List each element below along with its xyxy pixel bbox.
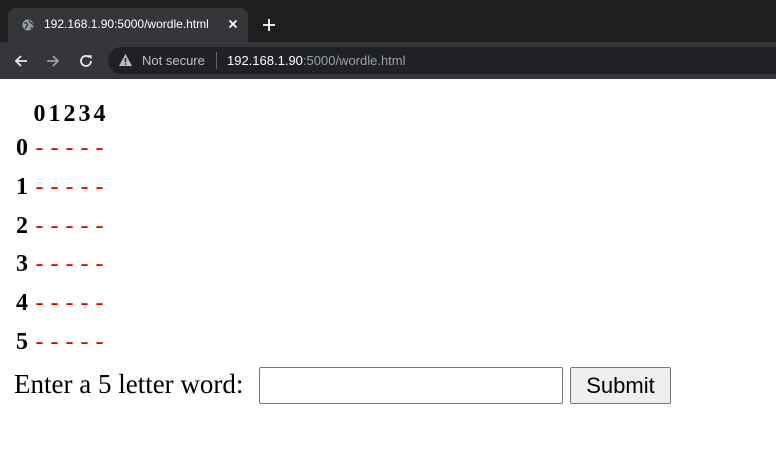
address-divider [216,52,217,69]
letter-cell: - [65,251,74,278]
board-row: 2 - - - - - [12,207,107,246]
letter-cell: - [80,251,89,278]
letter-cell: - [35,212,44,239]
back-arrow-icon[interactable] [12,52,30,70]
browser-tabstrip: 192.168.1.90:5000/wordle.html [0,0,776,42]
column-header: 4 [93,101,106,127]
letter-cell: - [50,251,59,278]
letter-cell: - [65,328,74,355]
letter-cell: - [80,212,89,239]
letter-cell: - [50,135,59,161]
letter-cell: - [95,135,104,161]
letter-cell: - [80,135,89,161]
letter-cell: - [35,251,44,278]
letter-cell: - [80,328,89,355]
letter-cell: - [80,173,89,200]
board-row: 0 - - - - - [12,129,107,168]
board-row: 4 - - - - - [12,284,107,323]
submit-button[interactable]: Submit [570,367,671,404]
letter-cell: - [65,212,74,239]
security-label[interactable]: Not secure [142,53,205,68]
letter-cell: - [35,290,44,317]
board-row: 1 - - - - - [12,168,107,207]
row-header: 0 [16,135,28,161]
row-header: 5 [16,328,28,355]
column-header: 3 [78,101,91,127]
letter-cell: - [35,173,44,200]
browser-toolbar: Not secure 192.168.1.90:5000/wordle.html [0,42,776,79]
warning-icon[interactable] [118,53,133,67]
url-path: :5000/wordle.html [302,53,406,68]
letter-cell: - [80,290,89,317]
row-header: 2 [16,212,28,239]
column-header: 2 [63,101,76,127]
row-header: 4 [16,290,28,317]
letter-cell: - [50,212,59,239]
letter-cell: - [50,328,59,355]
letter-cell: - [95,212,104,239]
letter-cell: - [65,290,74,317]
wordle-board: 0 1 2 3 4 0 - - - - - 1 - - - - - 2 - - … [12,99,107,362]
address-bar[interactable]: Not secure 192.168.1.90:5000/wordle.html [108,47,776,74]
board-row: 5 - - - - - [12,323,107,362]
url-text[interactable]: 192.168.1.90:5000/wordle.html [227,53,406,68]
column-header: 0 [33,101,46,127]
reload-icon[interactable] [77,52,95,70]
tab-title: 192.168.1.90:5000/wordle.html [44,17,209,31]
letter-cell: - [35,328,44,355]
letter-cell: - [95,173,104,200]
close-icon[interactable] [225,16,241,32]
column-header: 1 [48,101,61,127]
board-row: 3 - - - - - [12,245,107,284]
letter-cell: - [35,135,44,161]
globe-icon [22,19,34,31]
browser-tab[interactable]: 192.168.1.90:5000/wordle.html [8,8,248,42]
page-content: 0 1 2 3 4 0 - - - - - 1 - - - - - 2 - - … [0,79,776,457]
letter-cell: - [50,290,59,317]
corner-cell [12,99,32,129]
forward-arrow-icon[interactable] [44,52,62,70]
letter-cell: - [50,173,59,200]
letter-cell: - [95,251,104,278]
letter-cell: - [65,173,74,200]
url-host: 192.168.1.90 [227,53,303,68]
column-header-row: 0 1 2 3 4 [12,99,107,129]
row-header: 3 [16,251,28,278]
letter-cell: - [95,328,104,355]
word-input-label: Enter a 5 letter word: [14,369,244,399]
new-tab-plus-icon[interactable] [261,17,277,33]
letter-cell: - [95,290,104,317]
letter-cell: - [65,135,74,161]
word-input[interactable] [259,367,563,404]
row-header: 1 [16,173,28,200]
